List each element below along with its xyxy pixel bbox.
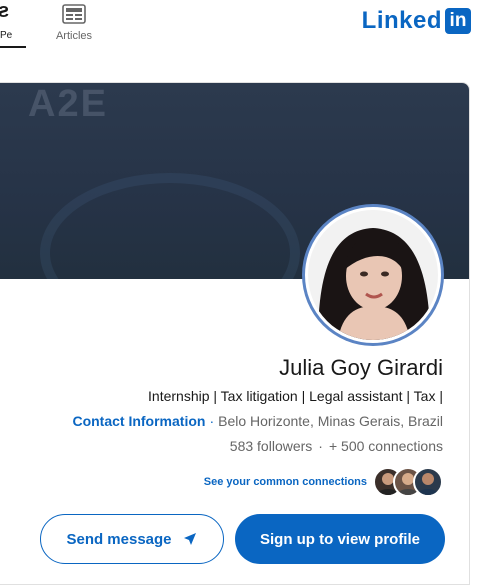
connections-count: + 500 connections [328,438,443,454]
followers-count: 583 followers [229,438,313,454]
nav-tab-articles[interactable]: Articles [50,4,98,46]
profile-stats: 583 followers · + 500 connections [230,438,443,454]
contact-info-link[interactable]: Contact Information [72,413,205,429]
logo-wordmark: Linked [361,7,442,34]
separator-dot: · [318,438,323,454]
common-connections-link[interactable]: See your common connections [204,476,367,488]
logo-in-box: in [445,8,471,34]
profile-location: Belo Horizonte, Minas Gerais, Brazil [218,413,443,429]
articles-icon [62,4,86,24]
avatar-photo [308,210,438,340]
nav-tab-articles-label: Articles [55,30,93,42]
nav-tab-people-label: Pe [0,30,13,41]
nav-tab-people[interactable]: ƨ Pe [0,0,26,48]
profile-name: Julia Goy Girardi [279,355,443,380]
banner-watermark: A2E [28,83,108,125]
profile-headline: Internship | Tax litigation | Legal assi… [148,388,443,404]
send-icon [183,533,196,545]
common-connections[interactable]: See your common connections [204,467,443,497]
profile-card: A2E Julia Goy Girardi Internship | Tax l… [0,82,470,585]
linkedin-logo[interactable]: Linked in [362,6,471,36]
connection-avatar [413,467,443,497]
signup-button[interactable]: Sign up to view profile [235,514,445,564]
banner-decoration [40,173,300,279]
send-message-button[interactable]: Send message [40,514,224,564]
profile-avatar[interactable] [305,207,441,343]
top-navigation-bar: ƨ Pe Articles Linked in [0,0,479,50]
send-message-label: Send message [66,530,172,548]
connection-avatars [373,467,443,497]
profile-location-line: Contact Information · Belo Horizonte, Mina… [72,413,443,429]
people-icon: ƨ [0,0,10,22]
separator-dot: · [209,413,215,429]
